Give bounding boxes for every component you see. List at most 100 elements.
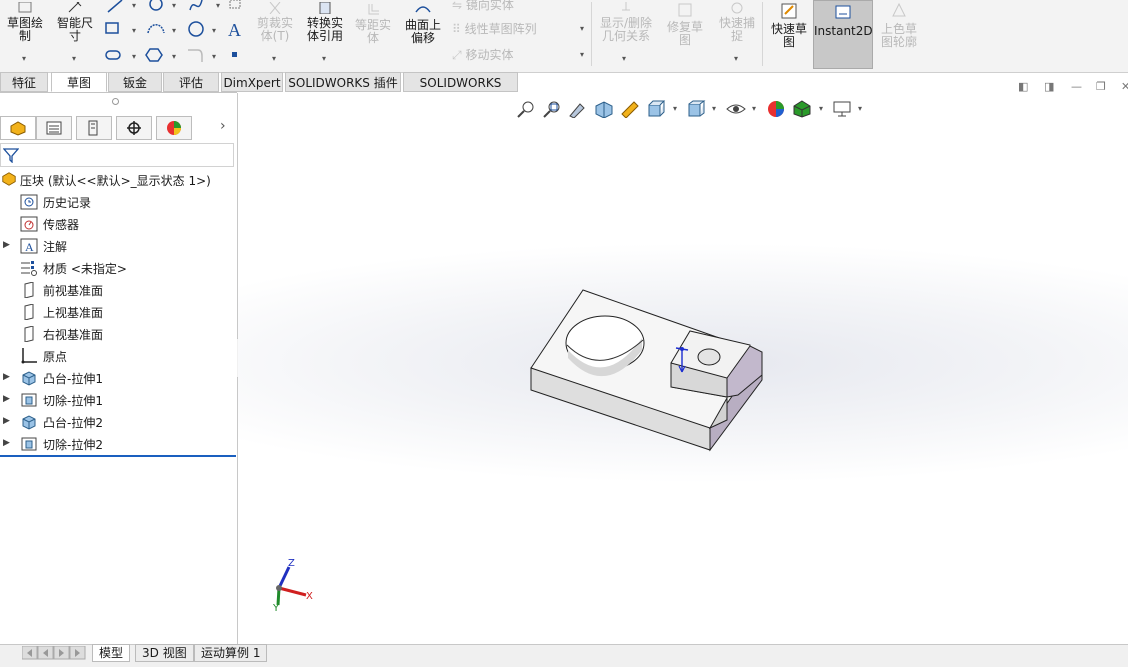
view-settings-dropdown-icon[interactable]: ▾ bbox=[858, 104, 862, 113]
feature-manager-tab[interactable] bbox=[0, 116, 36, 140]
tab-model[interactable]: 模型 bbox=[92, 644, 131, 662]
relations-dropdown-icon[interactable]: ▾ bbox=[622, 54, 626, 63]
expand-arrow-icon[interactable]: ▶ bbox=[3, 438, 10, 448]
trim-dropdown-icon[interactable]: ▾ bbox=[272, 54, 276, 63]
panel-expand-arrow-icon[interactable]: › bbox=[220, 118, 226, 134]
view-orientation-dropdown-icon[interactable]: ▾ bbox=[673, 104, 677, 113]
hide-show-items-icon[interactable] bbox=[726, 100, 746, 118]
tree-item-boss-extrude-2[interactable]: ▶ 凸台-拉伸2 bbox=[0, 411, 236, 433]
section-view-icon[interactable] bbox=[594, 100, 614, 118]
sketch-icon bbox=[18, 1, 32, 13]
surface-offset-icon bbox=[415, 6, 431, 13]
smart-dimension-dropdown-icon[interactable]: ▾ bbox=[72, 54, 76, 63]
sketch-button[interactable]: 草图绘 制 bbox=[2, 1, 48, 43]
restore-icon[interactable]: ❐ bbox=[1096, 80, 1106, 93]
quick-snaps-dropdown-icon[interactable]: ▾ bbox=[734, 54, 738, 63]
tab-sketch[interactable]: 草图 bbox=[51, 72, 107, 92]
shaded-sketch-contours-button[interactable]: 上色草 图轮廓 bbox=[876, 2, 922, 49]
svg-text:▾: ▾ bbox=[132, 52, 136, 61]
previous-view-icon[interactable] bbox=[568, 100, 588, 118]
tab-sheet-metal[interactable]: 钣金 bbox=[108, 72, 162, 92]
tab-solidworks-addins[interactable]: SOLIDWORKS 插件 bbox=[285, 72, 401, 92]
apply-scene-dropdown-icon[interactable]: ▾ bbox=[819, 104, 823, 113]
tree-item-cut-extrude-2[interactable]: ▶ 切除-拉伸2 bbox=[0, 433, 236, 455]
property-manager-tab[interactable] bbox=[36, 116, 72, 140]
display-style-icon[interactable] bbox=[686, 100, 706, 118]
tab-solidworks-mbd[interactable]: SOLIDWORKS MBD bbox=[403, 72, 518, 110]
rapid-sketch-icon bbox=[781, 3, 797, 19]
svg-text:▾: ▾ bbox=[132, 1, 136, 10]
convert-dropdown-icon[interactable]: ▾ bbox=[322, 54, 326, 63]
tab-features[interactable]: 特征 bbox=[0, 72, 48, 92]
mirror-entities-button[interactable]: ⇋ 镜向实体 bbox=[452, 0, 514, 13]
quick-snaps-button[interactable]: 快速捕 捉 bbox=[714, 2, 760, 43]
smart-dimension-button[interactable]: 智能尺 寸 bbox=[52, 1, 98, 43]
triad-z-label: Z bbox=[288, 558, 295, 569]
tab-scroll-arrows[interactable] bbox=[22, 646, 86, 660]
tree-item-top-plane[interactable]: 上视基准面 bbox=[0, 301, 236, 323]
instant2d-button[interactable]: Instant2D bbox=[813, 0, 873, 69]
tree-filter-bar[interactable] bbox=[0, 143, 234, 167]
display-manager-tab[interactable] bbox=[156, 116, 192, 140]
rollback-bar[interactable] bbox=[0, 455, 236, 457]
tree-item-right-plane[interactable]: 右视基准面 bbox=[0, 323, 236, 345]
view-orientation-icon[interactable] bbox=[646, 100, 666, 118]
svg-text:▾: ▾ bbox=[172, 52, 176, 61]
tab-evaluate[interactable]: 评估 bbox=[163, 72, 219, 92]
expand-arrow-icon[interactable]: ▶ bbox=[3, 240, 10, 250]
panel-grip-handle[interactable] bbox=[112, 98, 119, 105]
command-ribbon: 草图绘 制 ▾ 智能尺 寸 ▾ ▾ ▾ ▾ ▾ ▾ ▾ A ▾ ▾ ▾ 剪裁实 … bbox=[0, 0, 1128, 73]
tile-left-icon[interactable]: ◧ bbox=[1018, 80, 1028, 93]
rapid-sketch-button[interactable]: 快速草 图 bbox=[766, 2, 812, 49]
mirror-icon: ⇋ bbox=[452, 0, 463, 12]
move-entities-button[interactable]: ⤢ 移动实体 bbox=[452, 46, 513, 63]
display-relations-button[interactable]: 显示/删除 几何关系 bbox=[596, 2, 656, 43]
dynamic-annotation-icon[interactable] bbox=[620, 100, 640, 118]
tile-right-icon[interactable]: ◨ bbox=[1044, 80, 1054, 93]
view-settings-icon[interactable] bbox=[832, 100, 852, 118]
tree-item-boss-extrude-1[interactable]: ▶ 凸台-拉伸1 bbox=[0, 367, 236, 389]
zoom-to-fit-icon[interactable] bbox=[516, 100, 536, 118]
move-dropdown-icon[interactable]: ▾ bbox=[580, 50, 584, 59]
tree-item-annotations[interactable]: ▶ A 注解 bbox=[0, 235, 236, 257]
expand-arrow-icon[interactable]: ▶ bbox=[3, 372, 10, 382]
dimxpert-manager-tab[interactable] bbox=[116, 116, 152, 140]
apply-scene-icon[interactable] bbox=[792, 100, 812, 118]
offset-label: 等距实 体 bbox=[354, 18, 391, 45]
hide-show-dropdown-icon[interactable]: ▾ bbox=[752, 104, 756, 113]
edit-appearance-icon[interactable] bbox=[766, 100, 786, 118]
tree-item-sensors[interactable]: 传感器 bbox=[0, 213, 236, 235]
trim-entities-button[interactable]: 剪裁实 体(T) bbox=[252, 1, 298, 43]
tree-item-material[interactable]: 材质 <未指定> bbox=[0, 257, 236, 279]
surface-offset-button[interactable]: 曲面上 偏移 bbox=[400, 2, 446, 45]
3d-part-model[interactable] bbox=[520, 280, 780, 460]
minimize-icon[interactable]: — bbox=[1071, 80, 1082, 93]
sketch-dropdown-icon[interactable]: ▾ bbox=[22, 54, 26, 63]
sketch-entity-tools[interactable]: ▾ ▾ ▾ ▾ ▾ ▾ A ▾ ▾ ▾ bbox=[104, 0, 244, 66]
repair-sketch-label: 修复草 图 bbox=[666, 20, 703, 47]
zoom-to-area-icon[interactable] bbox=[542, 100, 562, 118]
ribbon-separator bbox=[591, 2, 592, 66]
convert-entities-button[interactable]: 转换实 体引用 bbox=[302, 1, 348, 43]
tab-dimxpert[interactable]: DimXpert bbox=[221, 72, 283, 92]
expand-arrow-icon[interactable]: ▶ bbox=[3, 416, 10, 426]
offset-entities-button[interactable]: 等距实 体 bbox=[350, 2, 396, 45]
cut-extrude-icon bbox=[21, 437, 37, 451]
tree-item-label: 注解 bbox=[43, 240, 68, 254]
tree-item-history[interactable]: 历史记录 bbox=[0, 191, 236, 213]
configuration-manager-tab[interactable] bbox=[76, 116, 112, 140]
tree-item-front-plane[interactable]: 前视基准面 bbox=[0, 279, 236, 301]
convert-entities-label: 转换实 体引用 bbox=[306, 16, 343, 43]
configuration-icon bbox=[88, 120, 98, 136]
tree-item-origin[interactable]: 原点 bbox=[0, 345, 236, 367]
tree-root-part[interactable]: 压块 (默认<<默认>_显示状态 1>) bbox=[0, 169, 236, 191]
tab-3d-view[interactable]: 3D 视图 bbox=[135, 644, 194, 662]
repair-sketch-button[interactable]: 修复草 图 bbox=[662, 2, 708, 47]
linear-pattern-dropdown-icon[interactable]: ▾ bbox=[580, 24, 584, 33]
linear-pattern-button[interactable]: ⠿ 线性草图阵列 bbox=[452, 20, 537, 37]
display-style-dropdown-icon[interactable]: ▾ bbox=[712, 104, 716, 113]
tree-item-cut-extrude-1[interactable]: ▶ 切除-拉伸1 bbox=[0, 389, 236, 411]
close-icon[interactable]: ✕ bbox=[1121, 80, 1128, 93]
tab-motion-study[interactable]: 运动算例 1 bbox=[194, 644, 268, 662]
expand-arrow-icon[interactable]: ▶ bbox=[3, 394, 10, 404]
